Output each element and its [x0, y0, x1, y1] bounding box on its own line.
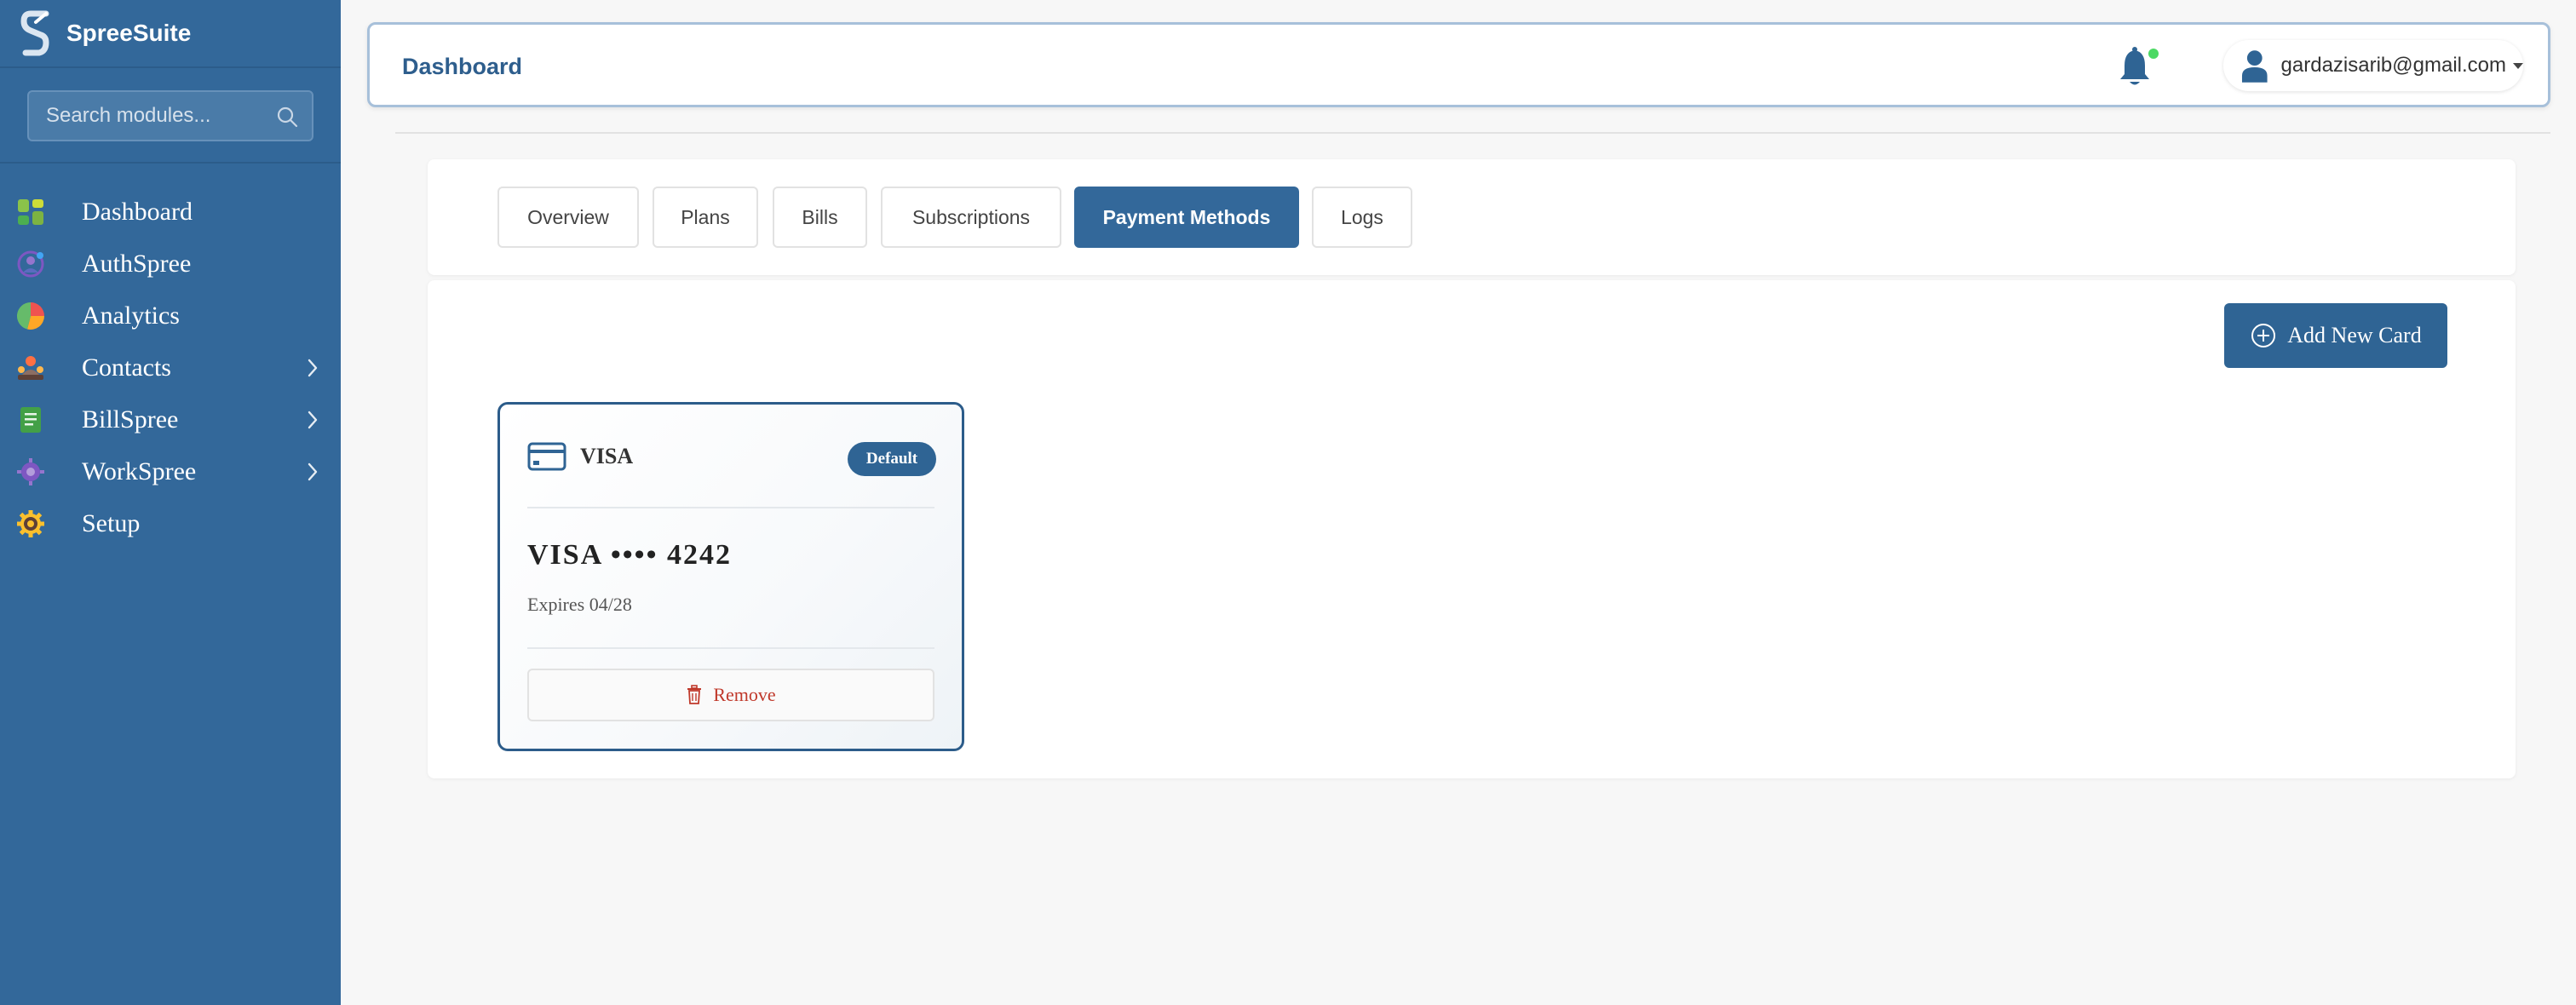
- spreesuite-logo-icon: [20, 10, 49, 56]
- user-avatar-icon: [2241, 50, 2268, 83]
- card-brand: VISA: [580, 444, 634, 468]
- card-expiry: Expires 04/28: [527, 594, 632, 615]
- sidebar-item-contacts[interactable]: Contacts: [0, 342, 341, 393]
- tab-payment-methods[interactable]: Payment Methods: [1074, 187, 1299, 248]
- remove-label: Remove: [713, 684, 776, 705]
- sidebar-item-setup[interactable]: Setup: [0, 497, 341, 549]
- card-number: VISA •••• 4242: [527, 539, 732, 571]
- dashboard-icon: [15, 197, 46, 227]
- tab-logs[interactable]: Logs: [1312, 187, 1412, 248]
- user-menu-button[interactable]: gardazisarib@gmail.com: [2223, 40, 2523, 91]
- add-new-card-button[interactable]: Add New Card: [2224, 303, 2447, 368]
- sidebar-item-label: AuthSpree: [82, 249, 192, 278]
- header-divider: [395, 132, 2550, 134]
- sidebar-item-billspree[interactable]: BillSpree: [0, 393, 341, 445]
- sidebar-nav: Dashboard AuthSpree Analytics Contacts B…: [0, 164, 341, 549]
- sidebar: SpreeSuite Dashboard: [0, 0, 341, 1005]
- payment-methods-panel: Add New Card VISA Default VISA •••• 4242…: [428, 280, 2516, 778]
- credit-card-icon: [527, 442, 566, 471]
- card-divider: [527, 647, 934, 649]
- contacts-icon: [15, 353, 46, 383]
- chevron-right-icon: [308, 411, 318, 429]
- brand-name: SpreeSuite: [66, 20, 192, 46]
- add-new-card-label: Add New Card: [2287, 323, 2422, 347]
- tab-bills[interactable]: Bills: [773, 187, 867, 248]
- billing-tabs: Overview Plans Bills Subscriptions Payme…: [428, 159, 2516, 275]
- user-email: gardazisarib@gmail.com: [2280, 54, 2506, 77]
- brand[interactable]: SpreeSuite: [0, 0, 341, 68]
- search-input[interactable]: [29, 92, 312, 140]
- trash-icon: [687, 685, 702, 704]
- caret-down-icon: [2513, 62, 2523, 69]
- billspree-icon: [15, 405, 46, 435]
- payment-card: VISA Default VISA •••• 4242 Expires 04/2…: [497, 402, 964, 751]
- sidebar-item-workspree[interactable]: WorkSpree: [0, 445, 341, 497]
- tab-subscriptions[interactable]: Subscriptions: [881, 187, 1061, 248]
- sidebar-item-analytics[interactable]: Analytics: [0, 290, 341, 342]
- page-title: Dashboard: [402, 54, 523, 79]
- chevron-right-icon: [308, 359, 318, 377]
- sidebar-item-label: WorkSpree: [82, 457, 197, 485]
- tab-overview[interactable]: Overview: [497, 187, 639, 248]
- sidebar-item-label: Setup: [82, 508, 141, 537]
- card-divider: [527, 507, 934, 508]
- chevron-right-icon: [308, 462, 318, 481]
- workspree-icon: [15, 457, 46, 487]
- setup-gear-icon: [15, 508, 46, 539]
- plus-circle-icon: [2251, 324, 2276, 347]
- authspree-icon: [15, 249, 46, 279]
- sidebar-item-authspree[interactable]: AuthSpree: [0, 238, 341, 290]
- remove-card-button[interactable]: Remove: [527, 669, 934, 721]
- analytics-pie-icon: [15, 301, 46, 331]
- top-header: Dashboard gardazisarib@gmail.com: [367, 22, 2550, 107]
- notification-bell-icon[interactable]: [2113, 43, 2160, 91]
- sidebar-search: [0, 68, 341, 164]
- tab-plans[interactable]: Plans: [653, 187, 758, 248]
- sidebar-item-label: BillSpree: [82, 405, 179, 434]
- card-header: VISA: [527, 442, 633, 471]
- search-box: [27, 90, 313, 141]
- default-badge: Default: [848, 442, 936, 476]
- sidebar-item-label: Dashboard: [82, 197, 193, 226]
- sidebar-item-label: Analytics: [82, 301, 180, 330]
- sidebar-item-dashboard[interactable]: Dashboard: [0, 186, 341, 238]
- search-icon[interactable]: [276, 106, 298, 128]
- sidebar-item-label: Contacts: [82, 353, 171, 382]
